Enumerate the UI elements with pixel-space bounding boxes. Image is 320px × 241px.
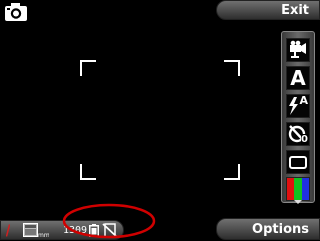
scene-mode-button[interactable]: A [286, 66, 310, 90]
camera-toolbar: A A 0 [281, 31, 315, 204]
focus-bracket-top-right [224, 60, 240, 76]
focus-bracket-top-left [80, 60, 96, 76]
focus-bracket-bottom-right [224, 164, 240, 180]
memory-storage-icon: mm [23, 223, 49, 238]
auto-scene-icon: A [290, 66, 306, 90]
image-format-icon [289, 156, 307, 169]
focus-bracket-bottom-left [80, 164, 96, 180]
camera-icon [5, 3, 27, 21]
annotation-ellipse [62, 203, 156, 239]
self-timer-button[interactable]: 0 [286, 122, 310, 146]
no-gps-icon [6, 224, 10, 237]
image-format-button[interactable] [286, 150, 310, 174]
video-camera-icon [290, 40, 306, 58]
memory-label: mm [38, 232, 49, 238]
flash-auto-label: A [299, 94, 308, 107]
self-timer-value: 0 [301, 134, 308, 145]
video-mode-button[interactable] [286, 38, 310, 62]
options-button[interactable]: Options [216, 218, 320, 240]
color-tone-icon [287, 178, 309, 200]
toolbar-scroll-down-icon[interactable] [294, 200, 302, 204]
color-tone-button[interactable] [286, 177, 310, 201]
exit-button[interactable]: Exit [216, 0, 320, 20]
camera-viewfinder: Exit Options A A 0 mm 1309 [0, 0, 320, 240]
flash-button[interactable]: A [286, 94, 310, 118]
